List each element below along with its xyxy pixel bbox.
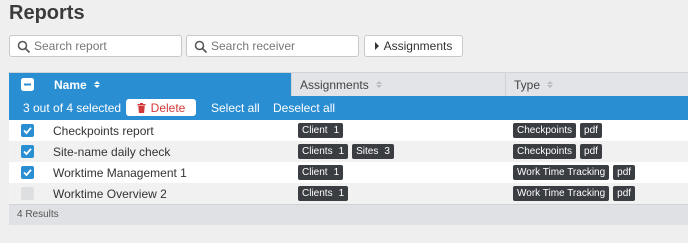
report-name[interactable]: Worktime Overview 2 <box>53 187 167 201</box>
check-icon <box>23 127 32 135</box>
search-report-box[interactable] <box>9 35 182 57</box>
assignment-chip-label: Client <box>302 125 328 136</box>
select-all-link[interactable]: Select all <box>211 101 260 115</box>
column-name-label: Name <box>54 77 87 92</box>
trash-icon <box>137 102 146 113</box>
page-title: Reports <box>9 2 85 24</box>
search-receiver-box[interactable] <box>186 35 359 57</box>
assignment-chip-count: 1 <box>333 167 340 178</box>
caret-right-icon <box>374 42 379 50</box>
table-row[interactable]: Worktime Overview 2 Clients 1 Work Time Tra… <box>9 183 688 204</box>
type-cell: Checkpoints pdf <box>513 123 602 138</box>
report-name[interactable]: Site-name daily check <box>53 145 170 159</box>
row-checkbox[interactable] <box>21 124 34 137</box>
assignments-filter-label: Assignments <box>383 39 453 53</box>
sort-arrows-icon <box>375 81 382 88</box>
delete-label: Delete <box>150 100 186 115</box>
assignment-chip: Client 1 <box>298 123 344 138</box>
type-chip: Checkpoints <box>513 123 577 138</box>
assignment-chip: Clients 1 <box>298 186 349 201</box>
selection-bar: 3 out of 4 selected Delete Select all De… <box>9 96 688 120</box>
table-footer: 4 Results <box>9 204 688 225</box>
table-row[interactable]: Site-name daily check Clients 1 Sites 3 Check… <box>9 141 688 162</box>
type-chip: pdf <box>613 165 636 180</box>
column-type-label: Type <box>514 77 541 92</box>
type-chip: pdf <box>580 123 602 138</box>
assignment-chip-count: 1 <box>338 188 345 199</box>
reports-table: Name Assignments Type 3 out of 4 selecte… <box>9 72 688 225</box>
column-assignments-label: Assignments <box>300 77 369 92</box>
row-checkbox[interactable] <box>21 187 34 200</box>
table-row[interactable]: Worktime Management 1 Client 1 Work Time Tr… <box>9 162 688 183</box>
delete-button[interactable]: Delete <box>126 99 196 116</box>
assignments-cell: Client 1 <box>298 165 344 180</box>
assignments-filter-button[interactable]: Assignments <box>364 35 463 57</box>
type-chip: Work Time Tracking <box>513 165 610 180</box>
assignment-chip: Client 1 <box>298 165 344 180</box>
row-checkbox[interactable] <box>21 166 34 179</box>
table-header: Name Assignments Type <box>9 72 688 96</box>
sort-arrows-icon <box>547 81 554 88</box>
search-report-input[interactable] <box>34 38 174 54</box>
type-cell: Checkpoints pdf <box>513 144 602 159</box>
assignment-chip-count: 1 <box>338 146 345 157</box>
type-chip: Work Time Tracking <box>513 186 610 201</box>
type-chip: pdf <box>613 186 636 201</box>
report-name[interactable]: Worktime Management 1 <box>53 166 187 180</box>
type-cell: Work Time Tracking pdf <box>513 186 636 201</box>
assignment-chip-count: 3 <box>384 146 390 157</box>
column-header-type[interactable]: Type <box>505 73 688 96</box>
assignments-cell: Clients 1 <box>298 186 349 201</box>
type-chip: pdf <box>580 144 602 159</box>
table-body: Checkpoints report Client 1 Checkpoints pdf S… <box>9 120 688 204</box>
check-icon <box>23 148 32 156</box>
search-icon <box>194 40 208 54</box>
table-row[interactable]: Checkpoints report Client 1 Checkpoints pdf <box>9 120 688 141</box>
assignments-cell: Clients 1 Sites 3 <box>298 144 394 159</box>
results-count: 4 Results <box>17 209 59 220</box>
column-header-name[interactable]: Name <box>45 73 291 96</box>
report-name[interactable]: Checkpoints report <box>53 124 154 138</box>
sort-arrows-icon <box>93 81 100 88</box>
deselect-all-link[interactable]: Deselect all <box>273 101 335 115</box>
assignment-chip: Clients 1 <box>298 144 349 159</box>
selection-count: 3 out of 4 selected <box>23 101 122 115</box>
type-cell: Work Time Tracking pdf <box>513 165 636 180</box>
assignment-chip-label: Clients <box>302 188 333 199</box>
search-receiver-input[interactable] <box>211 38 351 54</box>
search-icon <box>17 40 31 54</box>
assignment-chip-label: Clients <box>302 146 333 157</box>
assignment-chip-label: Sites <box>356 146 379 157</box>
indeterminate-checkbox-icon[interactable] <box>20 78 34 91</box>
type-chip: Checkpoints <box>513 144 577 159</box>
assignment-chip-label: Client <box>302 167 328 178</box>
assignments-cell: Client 1 <box>298 123 344 138</box>
column-header-assignments[interactable]: Assignments <box>291 73 505 96</box>
assignment-chip-count: 1 <box>333 125 340 136</box>
row-checkbox[interactable] <box>21 145 34 158</box>
check-icon <box>23 169 32 177</box>
assignment-chip: Sites 3 <box>352 144 394 159</box>
select-all-checkbox-cell[interactable] <box>9 73 45 96</box>
